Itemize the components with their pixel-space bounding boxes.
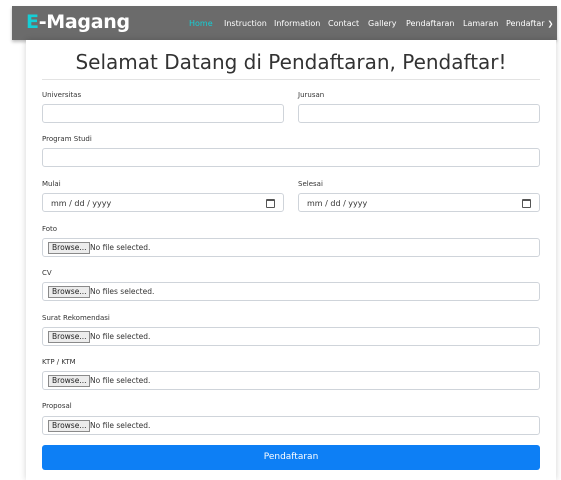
ktp-ktm-file-input[interactable]: Browse... No file selected. (42, 371, 540, 390)
surat-rekomendasi-file-input[interactable]: Browse... No file selected. (42, 327, 540, 346)
nav-pendaftar-dropdown[interactable]: Pendaftar ❯ (506, 19, 553, 28)
nav-home[interactable]: Home (189, 19, 213, 28)
surat-rekomendasi-label: Surat Rekomendasi (42, 314, 110, 322)
brand-accent: E (26, 11, 39, 33)
brand-name: -Magang (38, 11, 130, 33)
proposal-file-status: No file selected. (90, 421, 151, 430)
title-divider (42, 79, 540, 80)
nav-pendaftaran[interactable]: Pendaftaran (406, 19, 455, 28)
universitas-input[interactable] (42, 104, 284, 123)
ktp-file-status: No file selected. (90, 376, 151, 385)
foto-file-input[interactable]: Browse... No file selected. (42, 238, 540, 257)
nav-gallery[interactable]: Gallery (368, 19, 397, 28)
selesai-date-placeholder: mm / dd / yyyy (307, 199, 368, 208)
jurusan-input[interactable] (298, 104, 540, 123)
nav-pendaftar-label: Pendaftar (506, 19, 545, 28)
cv-browse-button[interactable]: Browse... (48, 286, 91, 298)
foto-browse-button[interactable]: Browse... (48, 242, 91, 254)
foto-file-status: No file selected. (90, 243, 151, 252)
selesai-label: Selesai (298, 180, 323, 188)
jurusan-label: Jurusan (298, 91, 325, 99)
proposal-browse-button[interactable]: Browse... (48, 420, 91, 432)
page-title: Selamat Datang di Pendaftaran, Pendaftar… (75, 50, 507, 74)
proposal-file-input[interactable]: Browse... No file selected. (42, 416, 540, 435)
pendaftaran-submit-button[interactable]: Pendaftaran (42, 445, 540, 470)
nav-instruction[interactable]: Instruction (224, 19, 267, 28)
nav-lamaran[interactable]: Lamaran (463, 19, 498, 28)
nav-contact[interactable]: Contact (328, 19, 359, 28)
universitas-label: Universitas (42, 91, 82, 99)
ktp-ktm-label: KTP / KTM (42, 358, 76, 366)
cv-file-status: No files selected. (90, 287, 155, 296)
mulai-label: Mulai (42, 180, 61, 188)
foto-label: Foto (42, 225, 58, 233)
surat-file-status: No file selected. (90, 332, 151, 341)
mulai-date-input[interactable]: mm / dd / yyyy (42, 193, 284, 212)
program-studi-label: Program Studi (42, 135, 92, 143)
cv-label: CV (42, 269, 52, 277)
ktp-browse-button[interactable]: Browse... (48, 375, 91, 387)
selesai-date-input[interactable]: mm / dd / yyyy (298, 193, 540, 212)
mulai-date-placeholder: mm / dd / yyyy (51, 199, 112, 208)
nav-information[interactable]: Information (274, 19, 320, 28)
proposal-label: Proposal (42, 402, 72, 410)
calendar-icon[interactable] (522, 199, 531, 208)
program-studi-input[interactable] (42, 148, 540, 167)
chevron-down-icon: ❯ (547, 20, 554, 28)
cv-file-input[interactable]: Browse... No files selected. (42, 282, 540, 301)
registration-card: Selamat Datang di Pendaftaran, Pendaftar… (26, 40, 556, 480)
brand-logo[interactable]: E-Magang (26, 11, 130, 33)
surat-browse-button[interactable]: Browse... (48, 331, 91, 343)
navbar: E-Magang Home Instruction Information Co… (12, 6, 557, 40)
calendar-icon[interactable] (266, 199, 275, 208)
